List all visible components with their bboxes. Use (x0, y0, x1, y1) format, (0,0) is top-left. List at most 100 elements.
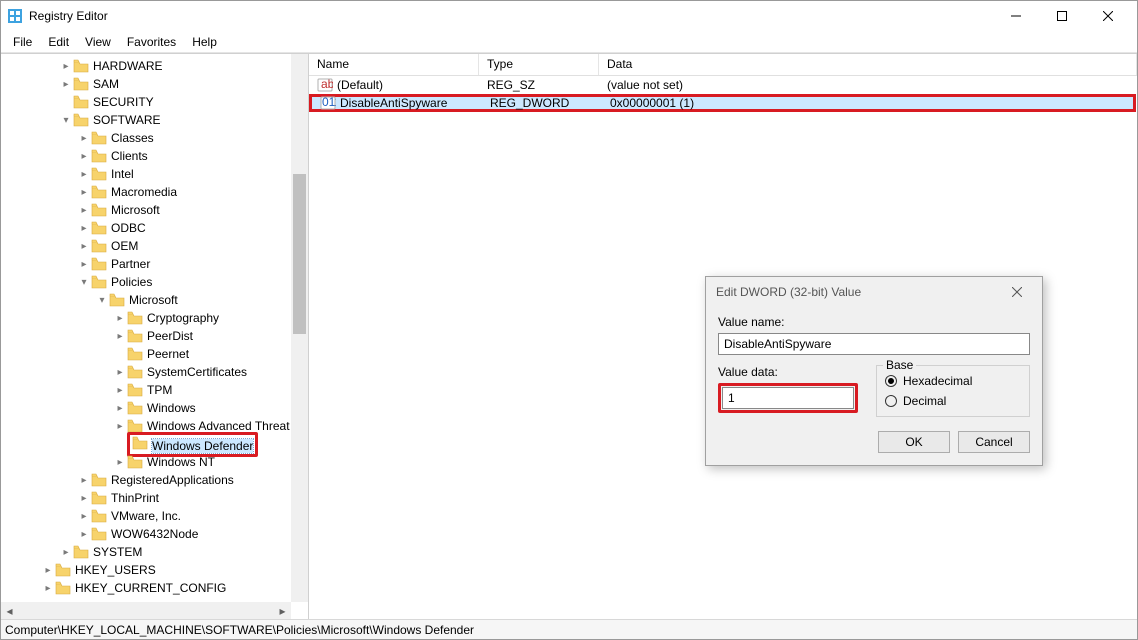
tree-node[interactable]: ▸ TPM (1, 381, 308, 399)
expander-icon[interactable]: ▸ (77, 239, 91, 253)
expander-icon[interactable] (59, 95, 73, 109)
dialog-titlebar[interactable]: Edit DWORD (32-bit) Value (706, 277, 1042, 307)
expander-icon[interactable]: ▸ (113, 419, 127, 433)
tree-node[interactable]: ▾Microsoft (1, 291, 308, 309)
radio-hexadecimal[interactable]: Hexadecimal (885, 374, 1021, 388)
col-header-type[interactable]: Type (479, 54, 599, 75)
col-header-data[interactable]: Data (599, 54, 1137, 75)
tree-node-label: Clients (111, 149, 148, 163)
expander-icon[interactable] (113, 347, 127, 361)
value-type: REG_SZ (479, 77, 599, 93)
menu-help[interactable]: Help (184, 33, 225, 51)
expander-icon[interactable]: ▸ (77, 167, 91, 181)
radio-decimal[interactable]: Decimal (885, 394, 1021, 408)
tree-node-label: TPM (147, 383, 172, 397)
expander-icon[interactable]: ▸ (59, 59, 73, 73)
expander-icon[interactable]: ▸ (77, 491, 91, 505)
value-name-input[interactable] (718, 333, 1030, 355)
expander-icon[interactable]: ▸ (77, 149, 91, 163)
list-header: Name Type Data (309, 54, 1137, 76)
expander-icon[interactable]: ▸ (77, 527, 91, 541)
tree-node[interactable]: ▸HARDWARE (1, 57, 308, 75)
expander-icon[interactable] (113, 437, 127, 451)
expander-icon[interactable]: ▸ (59, 545, 73, 559)
maximize-button[interactable] (1039, 1, 1085, 31)
tree-scrollbar-horizontal[interactable]: ◂▸ (1, 602, 291, 619)
menu-favorites[interactable]: Favorites (119, 33, 184, 51)
expander-icon[interactable]: ▸ (113, 311, 127, 325)
expander-icon[interactable]: ▸ (113, 365, 127, 379)
expander-icon[interactable]: ▸ (113, 383, 127, 397)
cancel-button[interactable]: Cancel (958, 431, 1030, 453)
menu-view[interactable]: View (77, 33, 119, 51)
expander-icon[interactable]: ▸ (77, 257, 91, 271)
tree-node[interactable]: ▸SYSTEM (1, 543, 308, 561)
value-data-input[interactable] (722, 387, 854, 409)
value-row[interactable]: 011DisableAntiSpywareREG_DWORD0x00000001… (309, 94, 1136, 112)
menubar: File Edit View Favorites Help (1, 31, 1137, 53)
tree-node[interactable]: ▸ Classes (1, 129, 308, 147)
tree-node-label: Windows Defender (152, 439, 253, 453)
tree-node[interactable]: ▸Cryptography (1, 309, 308, 327)
tree-node[interactable]: ▸VMware, Inc. (1, 507, 308, 525)
col-header-name[interactable]: Name (309, 54, 479, 75)
expander-icon[interactable]: ▸ (77, 509, 91, 523)
expander-icon[interactable]: ▸ (77, 131, 91, 145)
expander-icon[interactable]: ▾ (95, 293, 109, 307)
tree-node[interactable]: ▾Policies (1, 273, 308, 291)
expander-icon[interactable]: ▾ (59, 113, 73, 127)
tree-node-label: Peernet (147, 347, 189, 361)
expander-icon[interactable]: ▸ (77, 221, 91, 235)
value-row[interactable]: ab(Default)REG_SZ(value not set) (309, 76, 1137, 94)
expander-icon[interactable]: ▸ (113, 401, 127, 415)
tree-scrollbar-vertical[interactable] (291, 54, 308, 602)
tree-node[interactable]: ▸Windows NT (1, 453, 308, 471)
window-title: Registry Editor (29, 9, 993, 23)
tree-node[interactable]: SECURITY (1, 93, 308, 111)
tree-node[interactable]: ▸Intel (1, 165, 308, 183)
tree-node[interactable]: ▸SystemCertificates (1, 363, 308, 381)
close-button[interactable] (1085, 1, 1131, 31)
tree-node[interactable]: ▸Windows (1, 399, 308, 417)
tree-node[interactable]: ▸ThinPrint (1, 489, 308, 507)
tree-node[interactable]: ▸ Clients (1, 147, 308, 165)
tree-node[interactable]: ▸SAM (1, 75, 308, 93)
tree-node[interactable]: ▸Partner (1, 255, 308, 273)
minimize-button[interactable] (993, 1, 1039, 31)
menu-file[interactable]: File (5, 33, 40, 51)
tree-node[interactable]: ▸Microsoft (1, 201, 308, 219)
value-name: DisableAntiSpyware (340, 96, 447, 110)
tree-node[interactable]: ▸ ODBC (1, 219, 308, 237)
expander-icon[interactable]: ▸ (41, 581, 55, 595)
tree-node-label: Classes (111, 131, 154, 145)
value-data: 0x00000001 (1) (602, 95, 1133, 111)
values-list[interactable]: ab(Default)REG_SZ(value not set)011Disab… (309, 76, 1137, 112)
registry-tree[interactable]: ▸HARDWARE▸SAMSECURITY▾SOFTWARE▸Classes▸C… (1, 54, 308, 619)
tree-node[interactable]: Peernet (1, 345, 308, 363)
tree-node[interactable]: ▸HKEY_CURRENT_CONFIG (1, 579, 308, 597)
expander-icon[interactable]: ▸ (113, 455, 127, 469)
expander-icon[interactable]: ▸ (59, 77, 73, 91)
expander-icon[interactable]: ▸ (77, 185, 91, 199)
tree-node-label: WOW6432Node (111, 527, 198, 541)
expander-icon[interactable]: ▸ (77, 203, 91, 217)
tree-node-label: ODBC (111, 221, 146, 235)
ok-button[interactable]: OK (878, 431, 950, 453)
expander-icon[interactable]: ▾ (77, 275, 91, 289)
tree-node[interactable]: ▸RegisteredApplications (1, 471, 308, 489)
expander-icon[interactable]: ▸ (113, 329, 127, 343)
svg-text:ab: ab (321, 78, 333, 91)
tree-node[interactable]: ▾SOFTWARE (1, 111, 308, 129)
tree-node[interactable]: ▸PeerDist (1, 327, 308, 345)
radio-icon (885, 395, 897, 407)
expander-icon[interactable]: ▸ (41, 563, 55, 577)
tree-node[interactable]: ▸OEM (1, 237, 308, 255)
value-type: REG_DWORD (482, 95, 602, 111)
tree-node[interactable]: Windows Defender (1, 435, 308, 453)
tree-node[interactable]: ▸ WOW6432Node (1, 525, 308, 543)
tree-node[interactable]: ▸HKEY_USERS (1, 561, 308, 579)
menu-edit[interactable]: Edit (40, 33, 77, 51)
expander-icon[interactable]: ▸ (77, 473, 91, 487)
dialog-close-button[interactable] (1002, 277, 1032, 307)
tree-node[interactable]: ▸Macromedia (1, 183, 308, 201)
